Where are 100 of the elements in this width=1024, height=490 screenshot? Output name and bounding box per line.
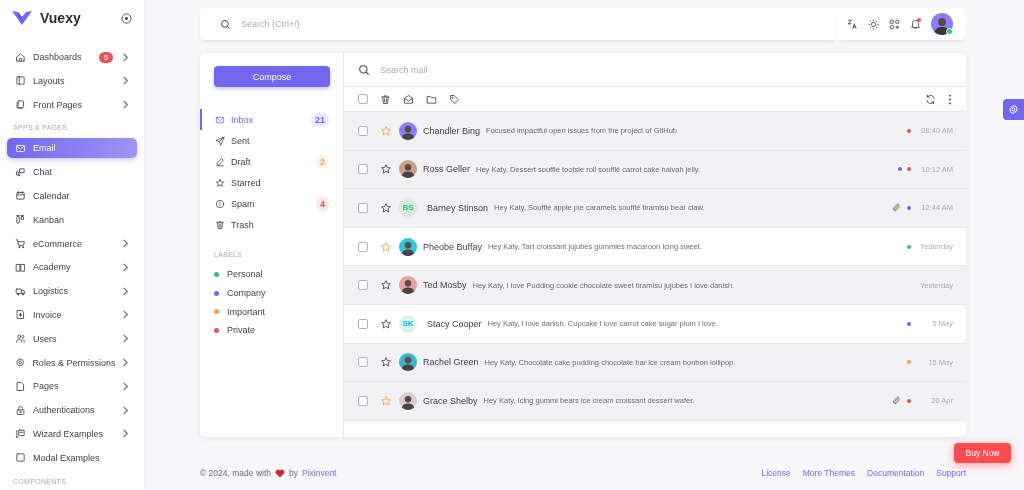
folder-item[interactable]: Draft 2 xyxy=(200,151,343,172)
menu-item[interactable]: Email xyxy=(7,138,137,159)
menu-item[interactable]: Academy xyxy=(7,257,137,278)
sender-name: Rachel Green xyxy=(423,357,479,368)
sender-name: Barney Stinson xyxy=(427,203,489,213)
author-link[interactable]: Pixinvent xyxy=(302,468,337,478)
star-icon[interactable] xyxy=(380,279,392,292)
menu-item[interactable]: Roles & Permissions xyxy=(7,352,137,373)
invoice-icon xyxy=(15,309,26,321)
menu-item[interactable]: Kanban xyxy=(7,209,137,230)
kanban-icon xyxy=(15,214,26,226)
checkbox[interactable] xyxy=(358,164,368,175)
chevron-icon xyxy=(122,286,129,296)
star-icon xyxy=(215,177,225,188)
chevron-icon xyxy=(122,100,129,110)
checkbox[interactable] xyxy=(358,94,368,104)
checkbox[interactable] xyxy=(358,125,368,136)
chevron-icon xyxy=(122,429,129,439)
checkbox[interactable] xyxy=(358,280,368,291)
pages-icon xyxy=(15,99,26,111)
folder-item[interactable]: Sent xyxy=(200,130,343,151)
mail-icon xyxy=(15,142,26,154)
menu-item[interactable]: Wizard Examples xyxy=(7,423,137,444)
folder-item[interactable]: Spam 4 xyxy=(200,193,343,214)
footer-link[interactable]: Support xyxy=(936,468,966,478)
byline-text: by xyxy=(289,468,298,478)
gear-icon xyxy=(15,357,26,369)
sender-name: Ross Geller xyxy=(423,164,470,175)
star-icon[interactable] xyxy=(380,163,392,176)
tag-icon[interactable] xyxy=(449,93,460,105)
footer-link[interactable]: More Themes xyxy=(802,468,856,478)
book-icon xyxy=(15,261,26,273)
compose-button[interactable]: Compose xyxy=(214,66,330,87)
chevron-icon xyxy=(122,381,129,391)
menu-item[interactable]: Front Pages xyxy=(7,94,137,115)
folder-item[interactable]: Starred xyxy=(200,172,343,193)
trash-icon[interactable] xyxy=(380,93,391,105)
initials-avatar: BS xyxy=(399,199,417,217)
home-icon xyxy=(15,51,26,63)
checkbox[interactable] xyxy=(358,357,368,368)
label-item[interactable]: Company xyxy=(200,283,343,303)
chat-icon xyxy=(15,166,26,178)
chevron-icon xyxy=(122,358,129,368)
star-icon[interactable] xyxy=(380,240,392,253)
sender-name: Chandler Bing xyxy=(423,125,481,136)
menu-item[interactable]: Logistics xyxy=(7,281,137,302)
folder-icon[interactable] xyxy=(426,93,437,105)
refresh-icon[interactable] xyxy=(925,93,936,105)
menu-item[interactable]: Authentications xyxy=(7,400,137,421)
settings-button[interactable] xyxy=(1003,99,1024,120)
wizard-icon xyxy=(15,428,26,440)
menu-item[interactable]: Modal Examples xyxy=(7,447,137,468)
lock-icon xyxy=(15,404,26,416)
mail-icon xyxy=(215,114,225,125)
checkbox[interactable] xyxy=(358,241,368,252)
chevron-icon xyxy=(122,52,129,62)
count-badge: 4 xyxy=(316,196,329,211)
page-icon xyxy=(15,380,26,392)
label-item[interactable]: Important xyxy=(200,302,343,322)
alert-icon xyxy=(215,198,225,209)
star-icon[interactable] xyxy=(380,202,392,214)
sun-icon[interactable] xyxy=(868,18,879,30)
checkbox[interactable] xyxy=(358,318,368,329)
more-icon[interactable] xyxy=(948,93,952,105)
search-icon xyxy=(220,18,231,30)
heart-icon xyxy=(275,468,285,478)
chevron-icon xyxy=(122,310,129,320)
footer-link[interactable]: Documentation xyxy=(867,468,925,478)
menu-item[interactable]: Calendar xyxy=(7,186,137,206)
star-icon[interactable] xyxy=(380,124,392,137)
label-item[interactable]: Private xyxy=(200,321,343,340)
menu-item[interactable]: Chat xyxy=(7,162,137,183)
menu-item[interactable]: Pages xyxy=(7,376,137,397)
checkbox[interactable] xyxy=(358,395,368,406)
menu-item[interactable]: Layouts xyxy=(7,70,137,91)
search-field[interactable]: Search mail xyxy=(378,63,952,76)
label-item[interactable]: Personal xyxy=(200,265,343,284)
star-icon[interactable] xyxy=(380,356,392,369)
star-icon[interactable] xyxy=(380,394,392,407)
grid-icon[interactable] xyxy=(889,18,900,30)
envelope-icon[interactable] xyxy=(403,93,414,105)
copyright-text: © 2024, made with xyxy=(200,468,271,478)
pin-toggle-icon[interactable] xyxy=(121,12,132,24)
folder-item[interactable]: Inbox 21 xyxy=(200,109,343,130)
user-avatar[interactable] xyxy=(931,13,953,35)
star-icon[interactable] xyxy=(380,317,392,330)
menu-item[interactable]: Invoice xyxy=(7,304,137,325)
count-badge: 2 xyxy=(316,154,329,169)
settings-icon xyxy=(1008,104,1019,115)
footer-link[interactable]: License xyxy=(761,468,791,478)
folder-item[interactable]: Trash xyxy=(200,214,343,235)
menu-item[interactable]: eCommerce xyxy=(7,233,137,254)
bell-icon[interactable] xyxy=(910,18,921,30)
search-bar[interactable]: Search (Ctrl+/) xyxy=(200,8,837,40)
count-badge: 21 xyxy=(311,112,329,127)
translate-icon[interactable] xyxy=(847,18,858,30)
menu-item[interactable]: Users xyxy=(7,328,137,349)
search-bar[interactable]: Search mail xyxy=(344,53,966,87)
checkbox[interactable] xyxy=(358,203,368,213)
search-field[interactable]: Search (Ctrl+/) xyxy=(241,16,837,32)
